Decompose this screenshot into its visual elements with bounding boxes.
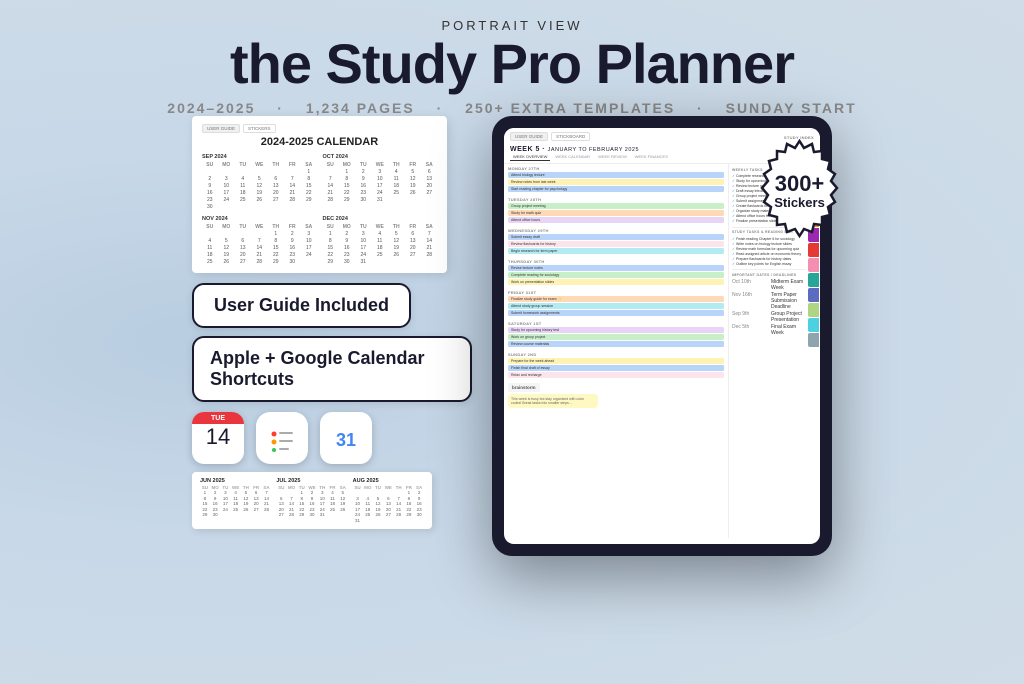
stickers-badge-container: 300+ Stickers [747,136,852,246]
google-calendar-icon: 31 [320,412,372,464]
user-guide-badge: User Guide Included [192,283,411,328]
right-tab-gray[interactable] [808,333,819,347]
right-tab-lime[interactable] [808,303,819,317]
task-row: Revise lecture notes [508,265,724,271]
apple-cal-date: 14 [206,426,230,448]
task-row: Prepare for the week ahead [508,358,724,364]
task-row: Study for math quiz [508,210,724,216]
page-container: PORTRAIT VIEW the Study Pro Planner 2024… [0,0,1024,684]
tab-user-guide[interactable]: USER GUIDE [202,124,240,133]
task-row: Attend office hours [508,217,724,223]
day-sunday: SUNDAY 2ND Prepare for the week ahead Fi… [508,352,724,378]
right-tab-indigo[interactable] [808,288,819,302]
calendar-icons-row: TUE 14 [192,412,372,464]
content-area: USER GUIDE STICKERS 2024-2025 CALENDAR S… [0,116,1024,684]
day-monday: MONDAY 27TH Attend biology lecture Revie… [508,166,724,192]
reminders-svg [266,422,298,454]
task-row: Review course materials [508,341,724,347]
tagline-year: 2024–2025 [167,100,255,116]
task-row: Complete reading for sociology [508,272,724,278]
calendar-page-title: 2024-2025 CALENDAR [202,136,437,148]
reminders-icon [256,412,308,464]
small-cal-grid: JUN 2025 SUMOTUWETHFRSA 1234567 89101112… [200,478,424,523]
task-row: Start reading chapter for psychology [508,186,724,192]
task-row: Work on presentation slides [508,279,724,285]
sidebar-task: Outline key points for English essay [732,261,805,266]
nav-week-review[interactable]: WEEK REVIEW [595,153,630,161]
apple-cal-day: TUE [192,412,244,424]
sidebar-task: Read assigned article on economic theory [732,251,805,256]
calendar-shortcuts-badge: Apple + Google Calendar Shortcuts [192,336,472,402]
left-column: USER GUIDE STICKERS 2024-2025 CALENDAR S… [192,116,472,529]
tablet-container: 300+ Stickers USER GUIDE STICKBOARD STUD… [492,116,832,556]
task-row: Relax and recharge [508,372,724,378]
svg-text:31: 31 [336,430,356,450]
task-row: Finalize study guide for exam ✨ [508,296,724,302]
page-tabs-row: USER GUIDE STICKERS [202,124,437,133]
task-row: Group project meeting [508,203,724,209]
important-dates-title: IMPORTANT DATES / DEADLINES [732,273,805,277]
sc-aug: AUG 2025 SUMOTUWETHFRSA 12 3456789 10111… [353,478,424,523]
brainstorm-label: brainstorm [508,383,540,392]
task-row: Submit homework assignments [508,310,724,316]
task-row: Study for upcoming history test [508,327,724,333]
task-row: Review flashcards for history [508,241,724,247]
small-year-cal: JUN 2025 SUMOTUWETHFRSA 1234567 89101112… [192,472,432,529]
task-row: Attend study group session [508,303,724,309]
mini-cal-oct: OCT 2024 SUMOTUWETHFRSA 123456 789101112… [323,154,438,210]
imp-date-row: Dec 5th Final Exam Week [732,324,805,336]
sc-jul: JUL 2025 SUMOTUWETHFRSA 12345 6789101112… [276,478,347,523]
right-tab-pink[interactable] [808,258,819,272]
task-row: Finish final draft of essay [508,365,724,371]
imp-date-row: Nov 16th Term Paper Submission Deadline [732,292,805,310]
brainstorm-section: brainstorm This week is busy but stay or… [508,383,724,408]
tab-stickboard[interactable]: STICKBOARD [551,132,590,141]
task-row: Review notes from last week [508,179,724,185]
tagline-templates: 250+ EXTRA TEMPLATES [465,100,675,116]
nav-week-finances[interactable]: WEEK FINANCES [632,153,671,161]
portrait-view-label: PORTRAIT VIEW [0,18,1024,33]
tab-user-guide-tablet[interactable]: USER GUIDE [510,132,548,141]
tagline-start: SUNDAY START [726,100,857,116]
brainstorm-sticky: This week is busy but stay organized wit… [508,394,598,408]
tagline-dot-1: · [277,100,284,116]
mini-cal-nov: NOV 2024 SUMOTUWETHFRSA 123 45678910 111… [202,216,317,265]
day-saturday: SATURDAY 1ST Study for upcoming history … [508,321,724,347]
task-row: Submit essay draft [508,234,724,240]
planner-tabs: USER GUIDE STICKBOARD [510,132,590,141]
tagline-dot-3: · [697,100,704,116]
header: PORTRAIT VIEW the Study Pro Planner 2024… [0,0,1024,116]
day-wednesday: WEDNESDAY 29TH Submit essay draft Review… [508,228,724,254]
google-cal-svg: 31 [328,420,364,456]
day-thursday: THURSDAY 30TH Revise lecture notes Compl… [508,259,724,285]
right-tab-cyan[interactable] [808,318,819,332]
mini-calendars-grid: SEP 2024 SUMOTUWETHFRSA 1 2345678 910111… [202,154,437,265]
stickers-number: 300+ [774,172,825,196]
day-tuesday: TUESDAY 28TH Group project meeting Study… [508,197,724,223]
nav-week-calendar[interactable]: WEEK CALENDAR [552,153,593,161]
mini-cal-dec: DEC 2024 SUMOTUWETHFRSA 1234567 89101112… [323,216,438,265]
tab-stickers[interactable]: STICKERS [243,124,276,133]
imp-date-row: Oct 10th Midterm Exam Week [732,279,805,291]
tagline: 2024–2025 · 1,234 PAGES · 250+ EXTRA TEM… [0,100,1024,116]
tagline-dot-2: · [437,100,444,116]
nav-week-overview[interactable]: WEEK OVERVIEW [510,153,550,161]
calendar-page: USER GUIDE STICKERS 2024-2025 CALENDAR S… [192,116,447,273]
day-friday: FRIDAY 31ST Finalize study guide for exa… [508,290,724,316]
mini-cal-sep: SEP 2024 SUMOTUWETHFRSA 1 2345678 910111… [202,154,317,210]
right-tab-teal[interactable] [808,273,819,287]
sc-jun: JUN 2025 SUMOTUWETHFRSA 1234567 89101112… [200,478,271,523]
stickers-label: Stickers [774,196,825,210]
main-title: the Study Pro Planner [0,35,1024,94]
task-row: Attend biology lecture [508,172,724,178]
apple-calendar-icon: TUE 14 [192,412,244,464]
task-row: Begin research for term paper [508,248,724,254]
imp-date-row: Sep 9th Group Project Presentation [732,311,805,323]
tagline-pages: 1,234 PAGES [306,100,415,116]
planner-days: MONDAY 27TH Attend biology lecture Revie… [504,164,728,538]
sidebar-task: Review math formulas for upcoming quiz [732,246,805,251]
task-row: Work on group project [508,334,724,340]
